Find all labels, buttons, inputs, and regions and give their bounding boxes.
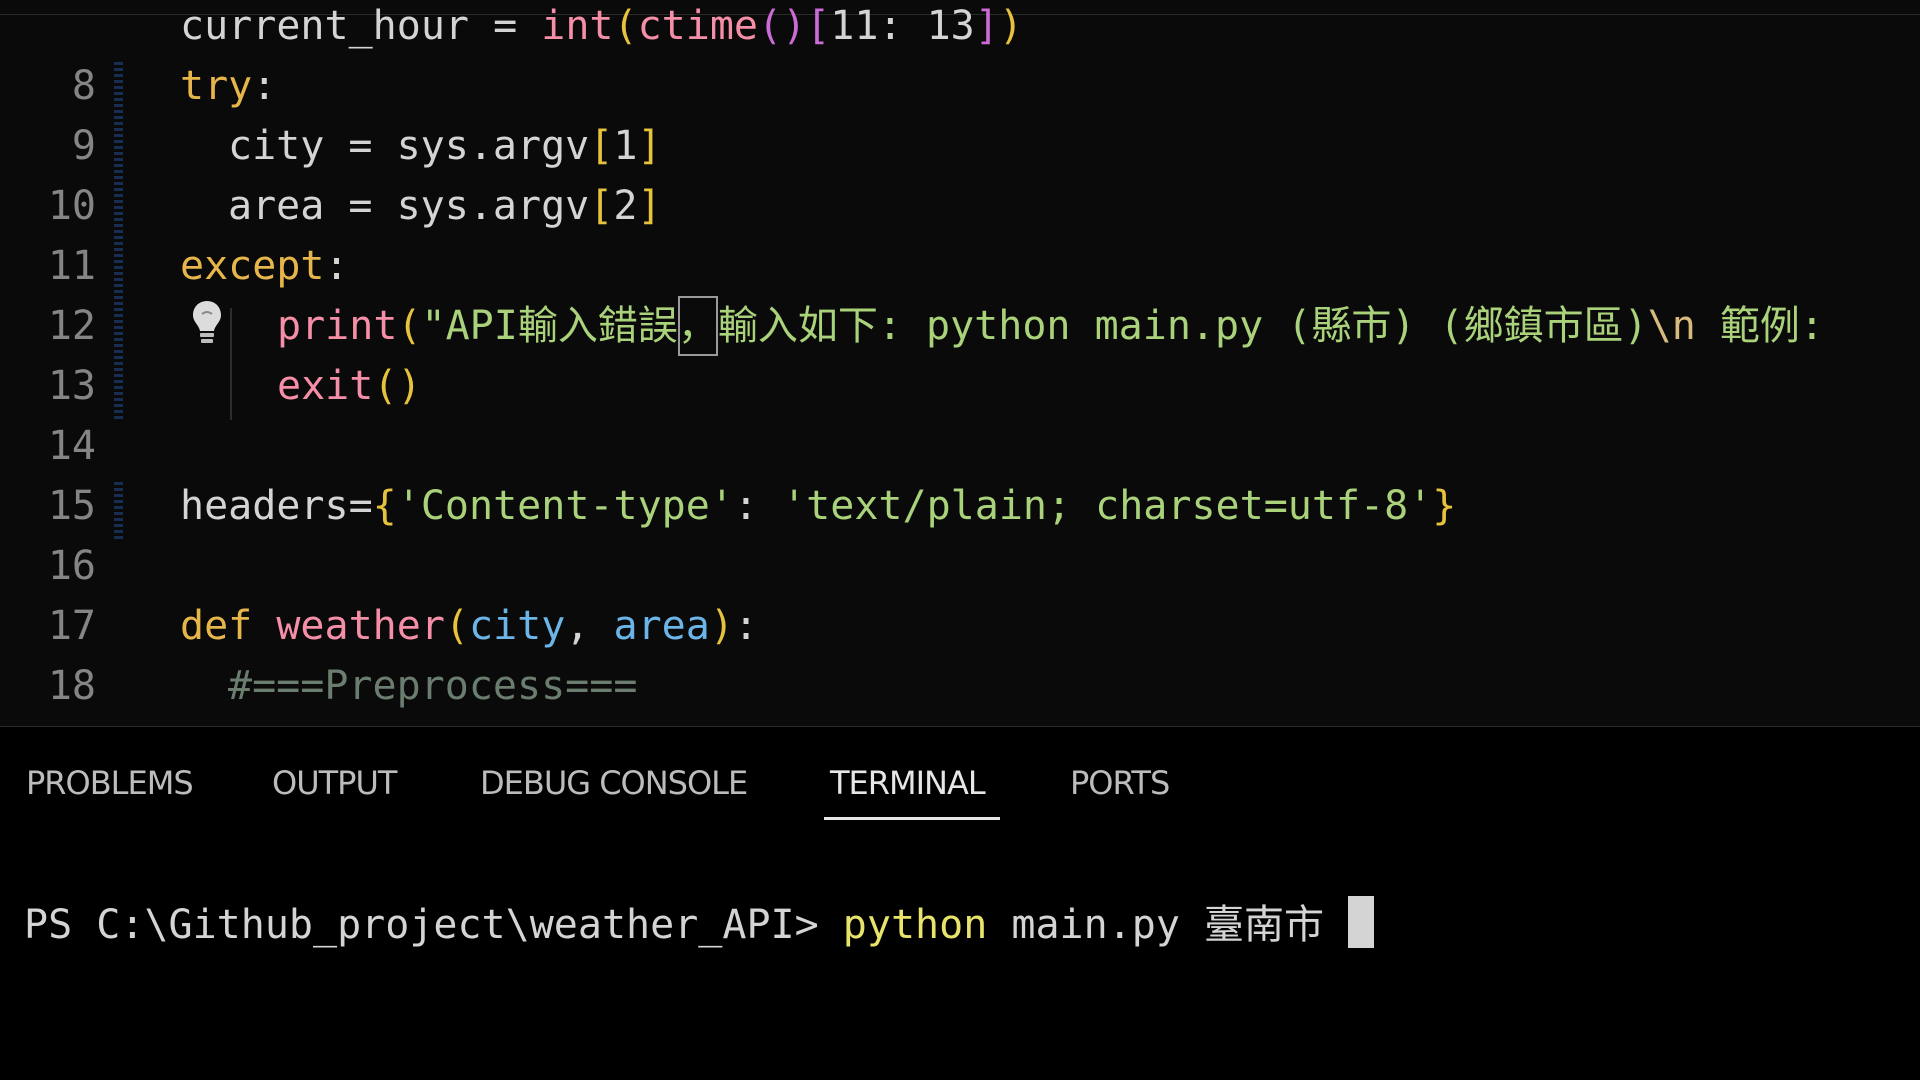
token: :	[733, 483, 783, 529]
code-content: except:	[180, 236, 349, 296]
code-content: #===Preprocess===	[228, 656, 637, 716]
code-line-12[interactable]: 12 except:	[0, 236, 1920, 349]
token: headers=	[180, 483, 373, 529]
token: ]	[974, 3, 999, 49]
token: city	[469, 603, 566, 649]
token: )	[998, 3, 1023, 49]
token: ()	[373, 363, 422, 409]
token: }	[1432, 483, 1457, 529]
code-line-15[interactable]: 15	[0, 416, 1920, 529]
code-content: area = sys.argv[2]	[228, 176, 662, 236]
token: ()	[758, 3, 807, 49]
token: except	[180, 243, 325, 289]
token: def	[180, 603, 253, 649]
token: ]	[637, 183, 662, 229]
token: 範例:	[1695, 303, 1824, 349]
token: 2	[613, 183, 638, 229]
code-line-10[interactable]: 10 city = sys.argv[1]	[0, 116, 1920, 229]
code-content: exit()	[277, 356, 422, 416]
token: area	[613, 603, 710, 649]
token: (	[613, 3, 638, 49]
code-line-19[interactable]: 19 #===Preprocess===	[0, 656, 1920, 726]
token: ctime	[637, 3, 758, 49]
token: 輸入如下: python main.py (縣市) (鄉鎮市區)	[717, 303, 1648, 349]
selected-character[interactable]: ，	[677, 296, 718, 356]
token: \n	[1647, 303, 1696, 349]
token: current_hour =	[180, 3, 542, 49]
token: 11: 13	[830, 3, 975, 49]
tab-terminal[interactable]: TERMINAL	[830, 759, 986, 807]
terminal-cursor	[1348, 896, 1375, 948]
token: [	[806, 3, 831, 49]
code-line-16[interactable]: 16 headers={'Content-type': 'text/plain;…	[0, 476, 1920, 589]
token: 1	[613, 123, 638, 169]
line-number: 19	[0, 716, 96, 726]
token: try	[180, 63, 253, 109]
token: print	[277, 303, 398, 349]
code-line-18[interactable]: 18 def weather(city, area):	[0, 596, 1920, 709]
tab-debug-console[interactable]: DEBUG CONSOLE	[480, 759, 748, 807]
code-content: current_hour = int(ctime()[11: 13])	[180, 0, 1023, 56]
code-content: def weather(city, area):	[180, 596, 758, 656]
token: #===Preprocess===	[228, 663, 638, 709]
token: int	[541, 3, 614, 49]
token: 'text/plain; charset=utf-8'	[782, 483, 1433, 529]
terminal-command-args: main.py 臺南市	[987, 902, 1349, 948]
code-content: headers={'Content-type': 'text/plain; ch…	[180, 476, 1456, 536]
token: "API輸入錯誤	[421, 303, 678, 349]
terminal-prompt-line[interactable]: PS C:\Github_project\weather_API> python…	[24, 895, 1375, 955]
code-line-17[interactable]: 17	[0, 536, 1920, 649]
vscode-window: 8 current_hour = int(ctime()[11: 13]) 9 …	[0, 0, 1920, 1080]
token: (	[397, 303, 422, 349]
token: :	[324, 243, 349, 289]
token: :	[252, 63, 277, 109]
tab-problems[interactable]: PROBLEMS	[26, 759, 194, 807]
token: )	[709, 603, 734, 649]
token: area = sys.argv	[228, 183, 590, 229]
token: {	[372, 483, 397, 529]
token: [	[589, 183, 614, 229]
tab-output[interactable]: OUTPUT	[272, 759, 397, 807]
token: weather	[276, 603, 445, 649]
code-line-14[interactable]: 14 exit()	[0, 356, 1920, 469]
code-line-8[interactable]: 8 current_hour = int(ctime()[11: 13])	[0, 0, 1920, 109]
token: 'Content-type'	[396, 483, 734, 529]
code-content: city = sys.argv[1]	[228, 116, 662, 176]
token: exit	[277, 363, 374, 409]
token: ]	[637, 123, 662, 169]
code-line-9[interactable]: 9 try:	[0, 56, 1920, 169]
token: (	[444, 603, 470, 649]
code-editor[interactable]: 8 current_hour = int(ctime()[11: 13]) 9 …	[0, 0, 1920, 726]
terminal-command: python	[842, 902, 988, 948]
code-content: try:	[180, 56, 276, 116]
active-tab-indicator	[824, 817, 1000, 820]
code-line-11[interactable]: 11 area = sys.argv[2]	[0, 176, 1920, 289]
terminal-prompt: PS C:\Github_project\weather_API>	[24, 902, 843, 948]
tab-ports[interactable]: PORTS	[1070, 759, 1170, 807]
code-content: print("API輸入錯誤，輸入如下: python main.py (縣市)…	[277, 296, 1824, 356]
bottom-panel: PROBLEMS OUTPUT DEBUG CONSOLE TERMINAL P…	[0, 726, 1920, 1080]
token: [	[589, 123, 614, 169]
token: ,	[565, 603, 614, 649]
token: city = sys.argv	[228, 123, 590, 169]
token: :	[733, 603, 759, 649]
code-line-13[interactable]: 13 print("API輸入錯誤，輸入如下: python main.py (…	[0, 296, 1920, 409]
